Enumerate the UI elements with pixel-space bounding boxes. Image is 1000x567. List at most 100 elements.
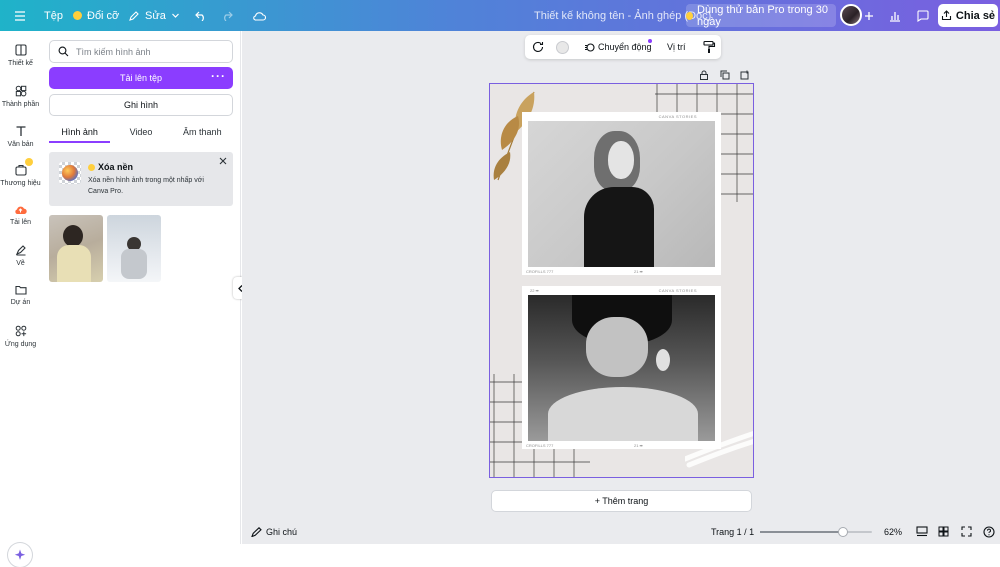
- duplicate-page-button[interactable]: [720, 69, 730, 80]
- user-avatar[interactable]: [840, 4, 862, 26]
- duplicate-icon: [720, 70, 730, 80]
- crown-badge-icon: [24, 158, 33, 166]
- cloud-save-status[interactable]: [252, 0, 266, 31]
- portrait-photo-1[interactable]: [528, 121, 715, 267]
- image-search-input[interactable]: Tìm kiếm hình ảnh: [49, 40, 233, 63]
- design-page[interactable]: CANVA STORIES CROFILLS 777 21 ➡ 22 ➡ CAN…: [489, 83, 754, 478]
- upload-file-button[interactable]: Tải lên tệp ···: [49, 67, 233, 89]
- redo-button[interactable]: [221, 0, 233, 31]
- tab-images[interactable]: Hình ảnh: [49, 123, 111, 143]
- zoom-slider-handle[interactable]: [838, 527, 849, 537]
- rotate-button[interactable]: [531, 40, 545, 54]
- uploads-panel: Tìm kiếm hình ảnh Tải lên tệp ··· Ghi hì…: [41, 31, 241, 544]
- menu-button[interactable]: [14, 0, 26, 31]
- file-menu[interactable]: Tệp: [44, 0, 63, 31]
- upload-cloud-icon: [15, 206, 27, 214]
- page-lock-button[interactable]: [699, 69, 709, 80]
- position-button[interactable]: Vị trí: [667, 35, 686, 59]
- zoom-level[interactable]: 62%: [884, 519, 902, 544]
- hamburger-menu-icon: [15, 10, 25, 21]
- frame-top-left: 22 ➡: [530, 288, 539, 293]
- top-bar: Tệp Đổi cỡ Sửa Thiết kế không tên - Ảnh …: [0, 0, 1000, 31]
- add-page-button[interactable]: + Thêm trang: [491, 490, 752, 512]
- plus-icon: [865, 11, 873, 20]
- uploaded-image-1[interactable]: [49, 215, 103, 282]
- help-button[interactable]: [983, 519, 995, 544]
- add-collaborator-button[interactable]: [864, 0, 874, 31]
- close-icon: [219, 157, 227, 165]
- media-tabs: Hình ảnh Video Âm thanh: [49, 123, 233, 143]
- zoom-slider[interactable]: [760, 527, 872, 537]
- shapes-icon: [15, 85, 26, 97]
- brand-icon-wrap: [14, 158, 33, 176]
- uploaded-image-2[interactable]: [107, 215, 161, 282]
- rail-item-projects[interactable]: Dự án: [0, 284, 41, 306]
- person-body: [57, 245, 91, 282]
- rail-item-uploads[interactable]: Tải lên: [0, 204, 41, 226]
- copy-style-button[interactable]: [702, 40, 716, 54]
- comments-button[interactable]: [916, 0, 929, 31]
- bg-remover-promo: Xóa nền Xóa nền hình ảnh trong một nhấp …: [49, 152, 233, 206]
- photo-frame-2[interactable]: 22 ➡ CANVA STORIES CROFILLS 777 21 ➡: [522, 286, 721, 449]
- rail-item-design[interactable]: Thiết kế: [0, 44, 41, 67]
- grid-view-button[interactable]: [938, 519, 949, 544]
- notes-button[interactable]: Ghi chú: [251, 519, 297, 544]
- rail-item-brand[interactable]: Thương hiệu: [0, 158, 41, 187]
- share-button[interactable]: Chia sẻ: [938, 4, 998, 27]
- photo-frame-1[interactable]: CANVA STORIES CROFILLS 777 21 ➡: [522, 112, 721, 275]
- canvas-area: Chuyển động Vị trí CANVA STORIES CROFILL…: [242, 31, 1000, 519]
- paint-roller-icon: [703, 40, 716, 53]
- bottom-bar: Ghi chú Trang 1 / 1 62%: [242, 519, 1000, 544]
- portrait-photo-2[interactable]: [528, 295, 715, 441]
- crown-icon: [73, 11, 82, 20]
- page-view-icon: [916, 526, 928, 537]
- folder-icon: [14, 285, 27, 295]
- magic-assistant-button[interactable]: [8, 543, 32, 567]
- globe-graphic: [62, 165, 78, 181]
- bg-remover-illustration: [59, 162, 81, 184]
- frame-footer-right: 21 ➡: [634, 443, 643, 448]
- rail-item-draw[interactable]: Vẽ: [0, 244, 41, 267]
- undo-button[interactable]: [195, 0, 207, 31]
- apps-grid-icon: [15, 325, 26, 337]
- notes-icon: [251, 526, 262, 537]
- record-button[interactable]: Ghi hình: [49, 94, 233, 116]
- page-view-button[interactable]: [916, 519, 928, 544]
- subject-jacket: [584, 187, 654, 267]
- crown-icon: [686, 11, 694, 20]
- notification-dot: [648, 39, 652, 43]
- rail-item-elements[interactable]: Thành phần: [0, 85, 41, 108]
- comment-icon: [917, 9, 929, 22]
- more-options-icon[interactable]: ···: [211, 70, 226, 82]
- cloud-check-icon: [253, 11, 266, 21]
- subject-face: [586, 317, 648, 377]
- share-upload-icon: [941, 10, 951, 21]
- resize-menu[interactable]: Đổi cỡ: [73, 0, 119, 31]
- page-indicator[interactable]: Trang 1 / 1: [711, 519, 754, 544]
- undo-icon: [195, 11, 204, 21]
- context-toolbar: Chuyển động Vị trí: [525, 35, 721, 59]
- edit-menu[interactable]: Sửa: [128, 0, 180, 31]
- pro-trial-button[interactable]: Dùng thử bản Pro trong 30 ngày: [686, 4, 836, 28]
- tab-audio[interactable]: Âm thanh: [172, 123, 233, 143]
- layout-icon: [14, 44, 27, 56]
- rail-item-apps[interactable]: Ứng dụng: [0, 325, 41, 348]
- frame-footer-left: CROFILLS 777: [526, 443, 554, 448]
- animate-button[interactable]: Chuyển động: [584, 35, 652, 59]
- subject-face: [608, 141, 634, 179]
- rail-item-text[interactable]: Văn bản: [0, 125, 41, 148]
- crown-icon: [88, 163, 95, 171]
- lock-icon: [700, 70, 708, 80]
- document-title[interactable]: Thiết kế không tên - Ảnh ghép (Doc): [534, 0, 711, 31]
- draw-pen-icon: [15, 245, 26, 256]
- insights-button[interactable]: [889, 0, 901, 31]
- fullscreen-button[interactable]: [961, 519, 972, 544]
- add-page-top-button[interactable]: [740, 69, 750, 80]
- tab-video[interactable]: Video: [110, 123, 171, 143]
- background-color-swatch[interactable]: [556, 41, 569, 54]
- close-promo-button[interactable]: [218, 155, 228, 165]
- promo-title: Xóa nền: [88, 162, 133, 172]
- person-body: [121, 249, 147, 279]
- help-icon: [983, 525, 995, 538]
- left-rail: Thiết kế Thành phần Văn bản Thương hiệu …: [0, 31, 41, 567]
